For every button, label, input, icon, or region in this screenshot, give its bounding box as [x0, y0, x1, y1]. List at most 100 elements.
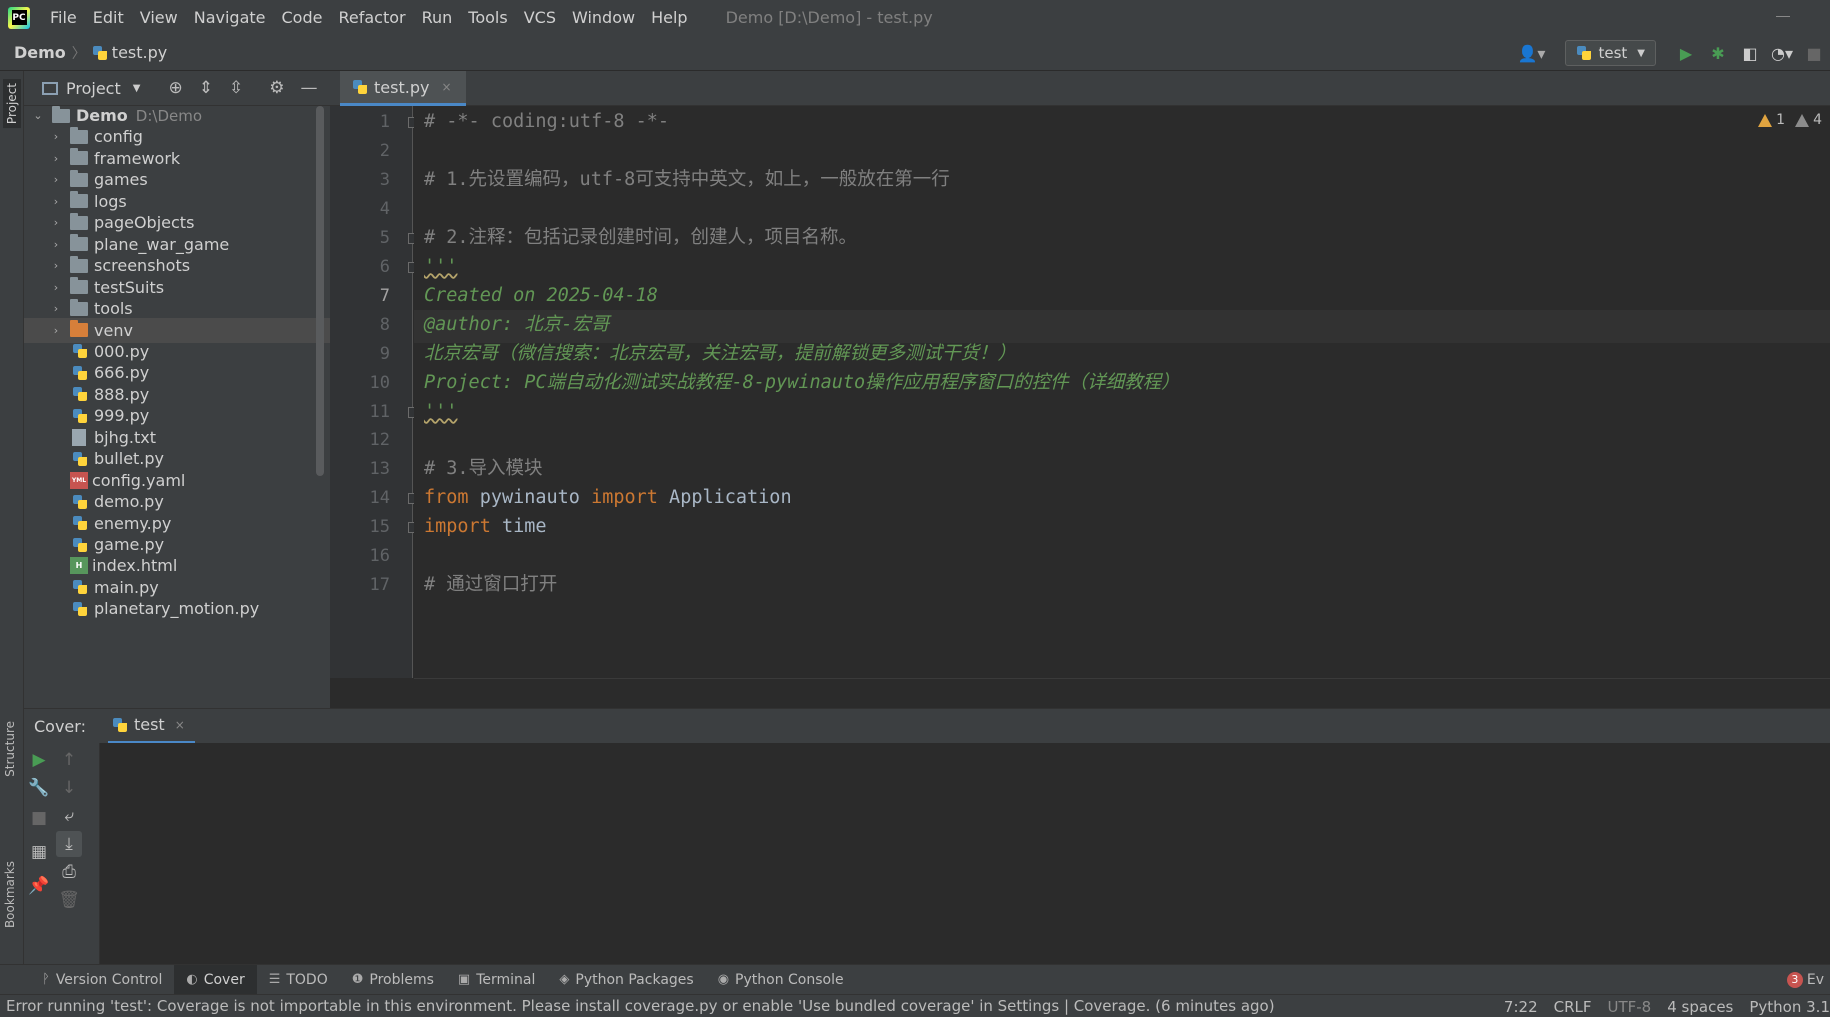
- code-line[interactable]: ''': [424, 395, 457, 429]
- tree-item-path: D:\Demo: [135, 106, 203, 125]
- collapse-all-icon[interactable]: ⇳: [229, 78, 243, 98]
- bookmarks-tool-button[interactable]: Bookmarks: [3, 861, 17, 928]
- run-configuration-selector[interactable]: test ▼: [1565, 40, 1656, 66]
- python-file-icon: [72, 365, 88, 381]
- layout-icon[interactable]: ▦: [26, 839, 52, 865]
- editor-tab-test-py[interactable]: test.py ×: [340, 71, 466, 106]
- chevron-right-icon[interactable]: ›: [50, 302, 62, 315]
- user-icon[interactable]: 👤▾: [1517, 44, 1545, 63]
- coverage-icon[interactable]: ◧: [1734, 44, 1766, 63]
- menu-edit[interactable]: Edit: [85, 0, 132, 35]
- code-line[interactable]: Project: PC端自动化测试实战教程-8-pywinauto操作应用程序窗…: [424, 366, 1180, 400]
- python-file-icon: [72, 343, 88, 359]
- inspection-widget[interactable]: 1 4: [1758, 112, 1822, 128]
- tool-window-icon: ❶: [351, 972, 364, 987]
- trash-icon[interactable]: 🗑: [56, 887, 82, 913]
- code-token: # 3.导入模块: [424, 458, 543, 480]
- breadcrumb-project[interactable]: Demo: [14, 43, 66, 62]
- chevron-down-icon[interactable]: ⌄: [32, 109, 44, 122]
- code-token: 北京宏哥（微信搜索：北京宏哥，关注宏哥，提前解锁更多测试干货！）: [424, 342, 1017, 364]
- chevron-right-icon[interactable]: ›: [50, 324, 62, 337]
- menu-file[interactable]: File: [42, 0, 85, 35]
- chevron-down-icon: ▼: [1637, 47, 1645, 59]
- cover-output-console[interactable]: [100, 743, 1830, 964]
- minimize-window-button[interactable]: [1776, 16, 1790, 17]
- project-tree-scrollbar[interactable]: [316, 106, 324, 476]
- pin-icon[interactable]: 📌: [26, 873, 52, 899]
- chevron-right-icon[interactable]: ›: [50, 281, 62, 294]
- stop-icon[interactable]: ■: [1798, 44, 1830, 63]
- close-icon[interactable]: ×: [441, 80, 451, 94]
- code-line[interactable]: # 通过窗口打开: [424, 568, 557, 602]
- code-line[interactable]: # 2.注释：包括记录创建时间，创建人，项目名称。: [424, 221, 857, 255]
- menu-window[interactable]: Window: [564, 0, 643, 35]
- chevron-right-icon[interactable]: ›: [50, 130, 62, 143]
- arrow-up-icon[interactable]: ↑: [56, 747, 82, 773]
- tool-window-python-console[interactable]: ◉ Python Console: [706, 965, 856, 995]
- scroll-to-end-icon[interactable]: ⤓: [56, 831, 82, 857]
- locate-icon[interactable]: ⊕: [168, 78, 182, 98]
- menu-refactor[interactable]: Refactor: [330, 0, 413, 35]
- tool-window-terminal[interactable]: ▣ Terminal: [446, 965, 547, 995]
- status-message[interactable]: Error running 'test': Coverage is not im…: [6, 997, 1275, 1015]
- chevron-right-icon[interactable]: ›: [50, 259, 62, 272]
- folder-icon: [70, 234, 88, 252]
- profile-icon[interactable]: ◔▾: [1766, 44, 1798, 63]
- menu-navigate[interactable]: Navigate: [186, 0, 274, 35]
- pycharm-logo-icon[interactable]: PC: [8, 6, 30, 29]
- menu-run[interactable]: Run: [414, 0, 461, 35]
- file-encoding[interactable]: UTF-8: [1608, 998, 1652, 1016]
- tool-window-todo[interactable]: ☰ TODO: [257, 965, 340, 995]
- folder-icon: [52, 106, 70, 123]
- tool-window-version-control[interactable]: ᚹ Version Control: [30, 965, 174, 995]
- print-icon[interactable]: ⎙: [56, 859, 82, 885]
- expand-all-icon[interactable]: ⇕: [199, 78, 213, 98]
- menu-help[interactable]: Help: [643, 0, 695, 35]
- python-file-icon: [72, 408, 88, 424]
- arrow-down-icon[interactable]: ↓: [56, 775, 82, 801]
- menu-code[interactable]: Code: [274, 0, 331, 35]
- project-tool-button[interactable]: Project: [3, 79, 21, 129]
- chevron-down-icon[interactable]: ▼: [133, 83, 141, 94]
- tree-item-label: game.py: [94, 535, 165, 554]
- breadcrumb-file[interactable]: test.py: [112, 43, 167, 62]
- run-icon[interactable]: ▶: [1670, 44, 1702, 63]
- line-separator[interactable]: CRLF: [1554, 998, 1592, 1016]
- menu-view[interactable]: View: [132, 0, 186, 35]
- tree-file-row[interactable]: planetary_motion.py: [24, 596, 330, 621]
- python-interpreter[interactable]: Python 3.1: [1749, 998, 1830, 1016]
- chevron-right-icon[interactable]: ›: [50, 152, 62, 165]
- chevron-right-icon[interactable]: ›: [50, 173, 62, 186]
- debug-icon[interactable]: ✱: [1702, 44, 1734, 63]
- menu-vcs[interactable]: VCS: [516, 0, 564, 35]
- code-editor[interactable]: # -*- coding:utf-8 -*- # 1.先设置编码，utf-8可支持…: [414, 106, 1830, 678]
- code-line[interactable]: import time: [424, 510, 547, 544]
- tool-window-cover[interactable]: ◐ Cover: [174, 964, 257, 995]
- cover-tab-test[interactable]: test ×: [107, 709, 195, 744]
- status-widgets: 7:22 CRLF UTF-8 4 spaces Python 3.1: [1504, 995, 1830, 1017]
- project-view-selector[interactable]: Project: [66, 79, 121, 98]
- menu-tools[interactable]: Tools: [460, 0, 515, 35]
- tool-window-python-packages[interactable]: ◈ Python Packages: [547, 965, 705, 995]
- soft-wrap-icon[interactable]: ⤶: [56, 803, 82, 829]
- chevron-right-icon[interactable]: ›: [50, 216, 62, 229]
- tool-window-bar: ᚹ Version Control ◐ Cover ☰ TODO ❶ Problems ▣ Ter…: [0, 964, 1830, 995]
- caret-position[interactable]: 7:22: [1504, 998, 1538, 1016]
- python-file-icon: [72, 537, 88, 553]
- wrench-icon[interactable]: 🔧: [26, 775, 52, 801]
- code-token: pywinauto: [468, 487, 592, 509]
- code-line[interactable]: # -*- coding:utf-8 -*-: [424, 106, 669, 139]
- tool-window-problems[interactable]: ❶ Problems: [340, 965, 446, 995]
- rerun-icon[interactable]: ▶: [26, 747, 52, 773]
- project-panel-header: Project ▼ ⊕ ⇕ ⇳ ⚙ —: [24, 71, 330, 106]
- code-line[interactable]: # 1.先设置编码，utf-8可支持中英文，如上，一般放在第一行: [424, 163, 950, 197]
- close-icon[interactable]: ×: [175, 718, 185, 732]
- chevron-right-icon[interactable]: ›: [50, 238, 62, 251]
- indent-setting[interactable]: 4 spaces: [1667, 998, 1733, 1016]
- gear-icon[interactable]: ⚙: [269, 78, 284, 98]
- chevron-right-icon[interactable]: ›: [50, 195, 62, 208]
- minimize-icon[interactable]: —: [300, 78, 317, 98]
- structure-tool-button[interactable]: Structure: [3, 721, 17, 777]
- event-log-button[interactable]: 3 Ev: [1786, 972, 1824, 988]
- stop-icon[interactable]: ■: [26, 805, 52, 831]
